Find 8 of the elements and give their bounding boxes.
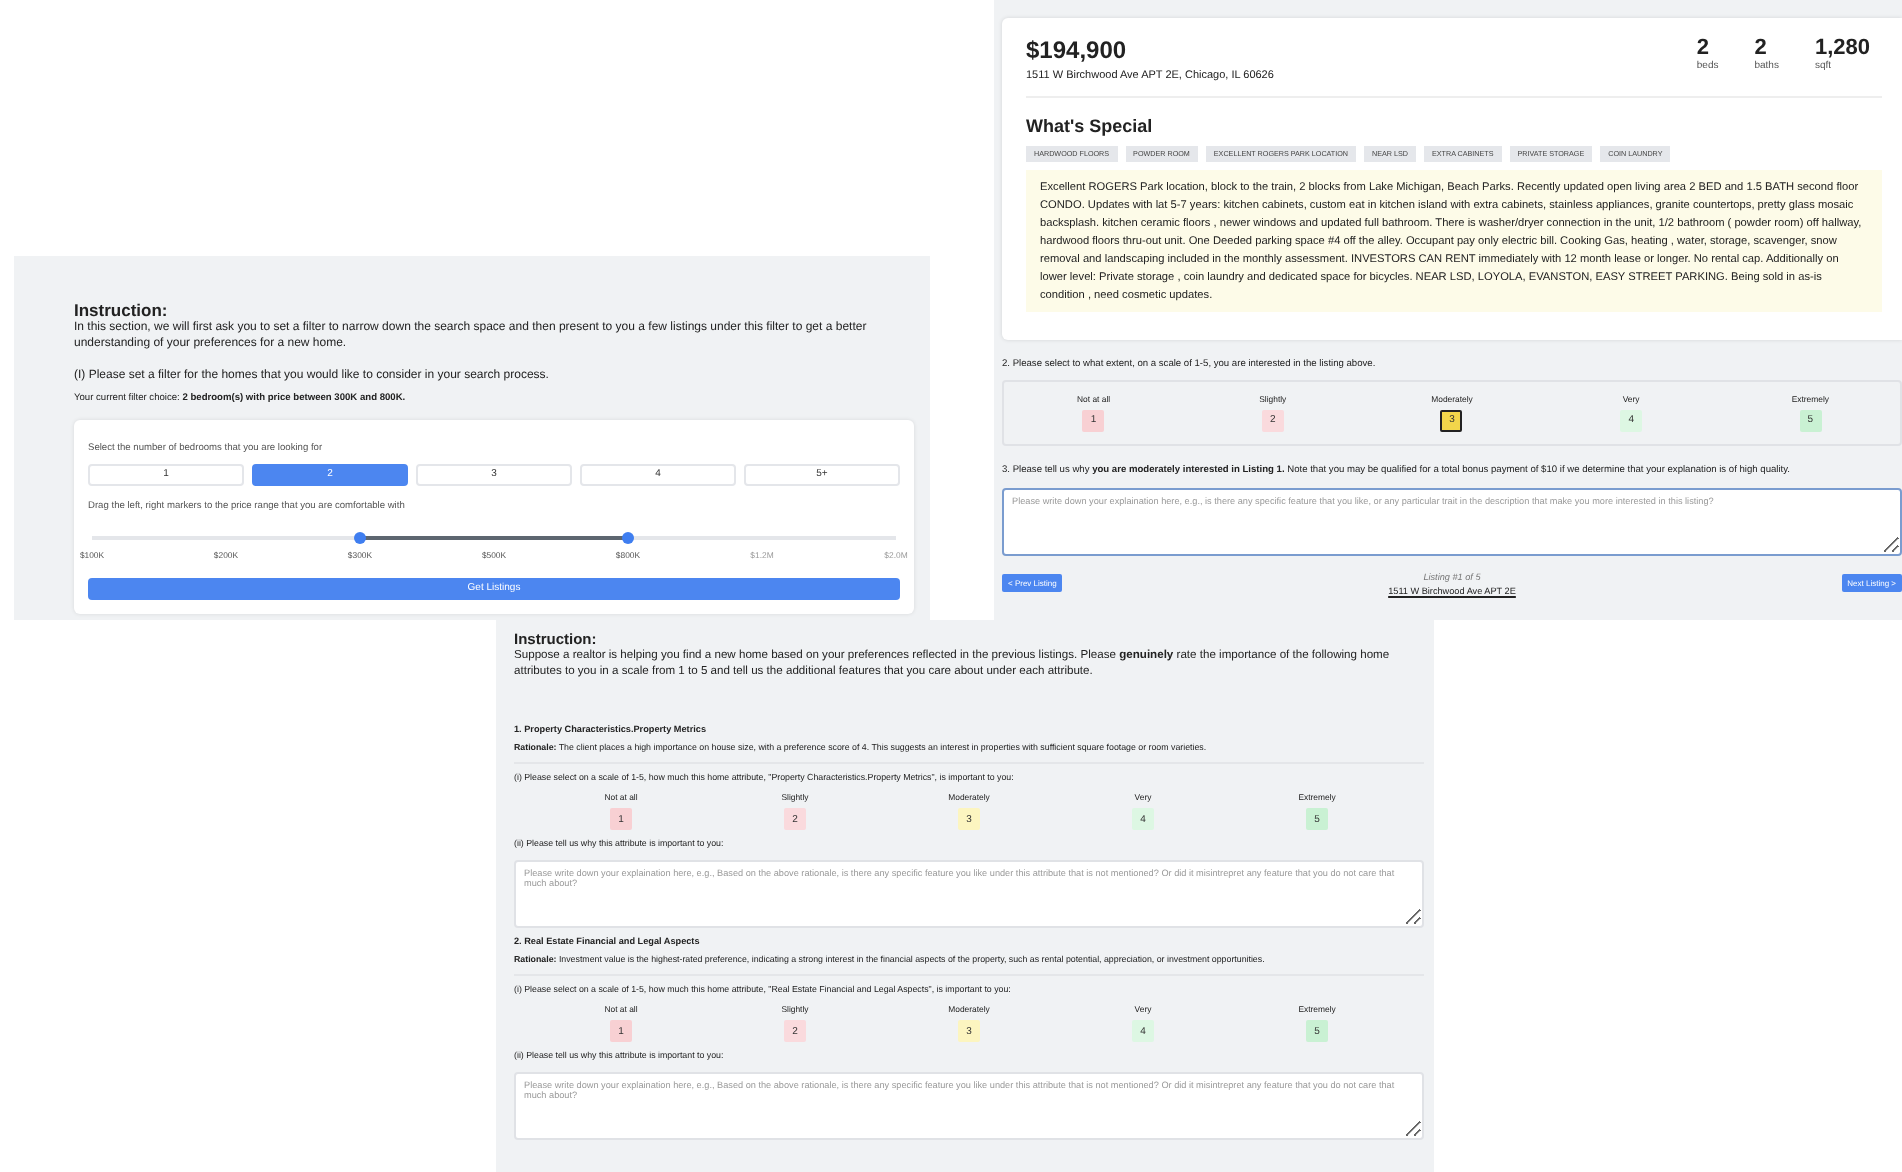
listing-price: $194,900 bbox=[1026, 36, 1129, 64]
right-slider-handle[interactable] bbox=[622, 531, 635, 544]
stat-value: 2 bbox=[1754, 36, 1769, 60]
instruction-heading: Instruction: bbox=[74, 300, 170, 320]
left-slider-handle[interactable] bbox=[353, 531, 366, 544]
stat-value: 1,280 bbox=[1814, 36, 1870, 60]
stat-value: 2 bbox=[1696, 36, 1712, 60]
section-heading: What's Special bbox=[1026, 116, 1155, 136]
